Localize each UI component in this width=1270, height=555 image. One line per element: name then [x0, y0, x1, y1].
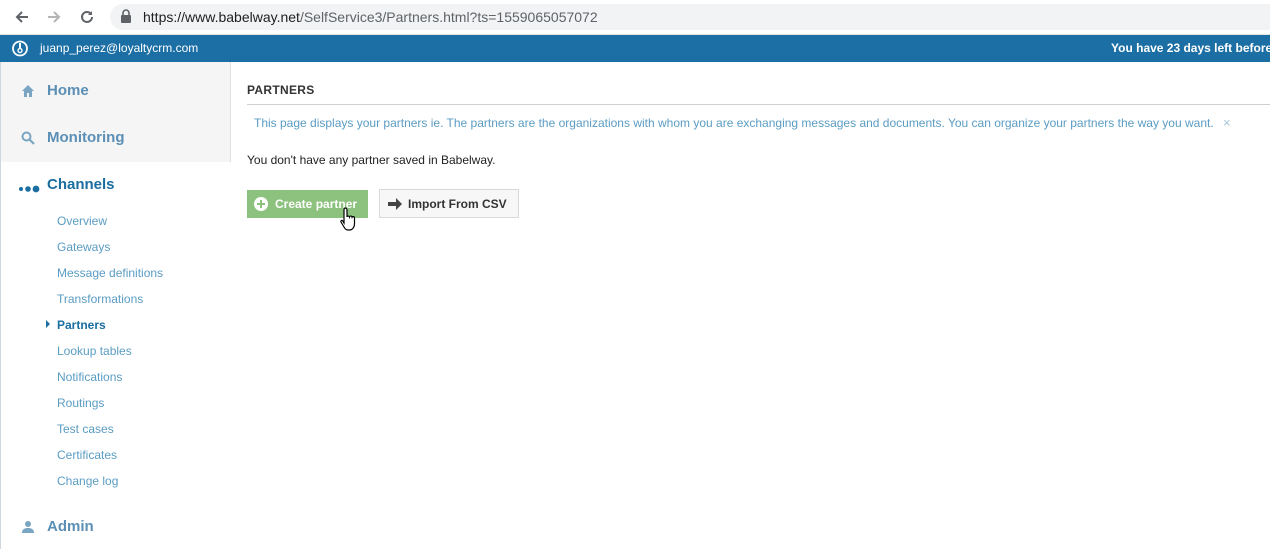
sidebar: Home Monitoring Channels Admin Overview …	[0, 62, 231, 555]
sidebar-item-label: Monitoring	[47, 129, 125, 146]
user-email[interactable]: juanp_perez@loyaltycrm.com	[40, 41, 198, 55]
sidebar-subitem-gateways[interactable]: Gateways	[57, 240, 110, 254]
sidebar-item-channels[interactable]: Channels	[1, 162, 231, 555]
close-icon[interactable]: ×	[1223, 115, 1231, 130]
info-banner: This page displays your partners ie. The…	[247, 110, 1270, 136]
sidebar-item-label: Admin	[47, 518, 94, 535]
search-icon	[21, 131, 37, 147]
reload-icon[interactable]	[75, 5, 99, 29]
sidebar-subitem-overview[interactable]: Overview	[57, 214, 107, 228]
plus-circle-icon	[254, 197, 268, 211]
hand-cursor-icon	[340, 206, 360, 237]
user-icon	[21, 520, 37, 536]
browser-toolbar: https://www.babelway.net/SelfService3/Pa…	[0, 0, 1270, 35]
sidebar-subitem-lookup-tables[interactable]: Lookup tables	[57, 344, 132, 358]
url-text: https://www.babelway.net/SelfService3/Pa…	[143, 9, 598, 25]
app-topbar: juanp_perez@loyaltycrm.com You have 23 d…	[0, 35, 1270, 62]
back-icon[interactable]	[10, 5, 34, 29]
sidebar-subitem-certificates[interactable]: Certificates	[57, 448, 117, 462]
info-text: This page displays your partners ie. The…	[254, 116, 1214, 130]
lock-icon	[120, 9, 132, 28]
forward-icon[interactable]	[42, 5, 66, 29]
babelway-logo-icon[interactable]	[11, 40, 29, 60]
import-csv-button[interactable]: Import From CSV	[379, 189, 519, 218]
sidebar-item-label: Channels	[47, 176, 115, 193]
sidebar-subitem-notifications[interactable]: Notifications	[57, 370, 122, 384]
sidebar-item-admin[interactable]: Admin	[1, 504, 231, 550]
sidebar-subitem-partners[interactable]: Partners	[57, 318, 106, 332]
import-csv-label: Import From CSV	[408, 197, 507, 211]
sidebar-item-monitoring[interactable]: Monitoring	[1, 115, 231, 161]
sidebar-subitem-routings[interactable]: Routings	[57, 396, 104, 410]
active-caret-icon	[46, 320, 50, 328]
page-title: PARTNERS	[247, 83, 315, 97]
address-bar[interactable]: https://www.babelway.net/SelfService3/Pa…	[110, 4, 1270, 30]
trial-notice: You have 23 days left before t	[1111, 41, 1270, 55]
sidebar-subitem-message-definitions[interactable]: Message definitions	[57, 266, 163, 280]
sidebar-subitem-transformations[interactable]: Transformations	[57, 292, 143, 306]
home-icon	[21, 84, 37, 100]
sidebar-item-home[interactable]: Home	[1, 68, 231, 114]
sidebar-subitem-test-cases[interactable]: Test cases	[57, 422, 114, 436]
dots-icon	[18, 180, 42, 196]
sidebar-subitem-change-log[interactable]: Change log	[57, 474, 118, 488]
arrow-right-icon	[387, 197, 403, 214]
empty-state-message: You don't have any partner saved in Babe…	[247, 153, 496, 167]
title-divider	[247, 104, 1270, 105]
sidebar-item-label: Home	[47, 82, 89, 99]
